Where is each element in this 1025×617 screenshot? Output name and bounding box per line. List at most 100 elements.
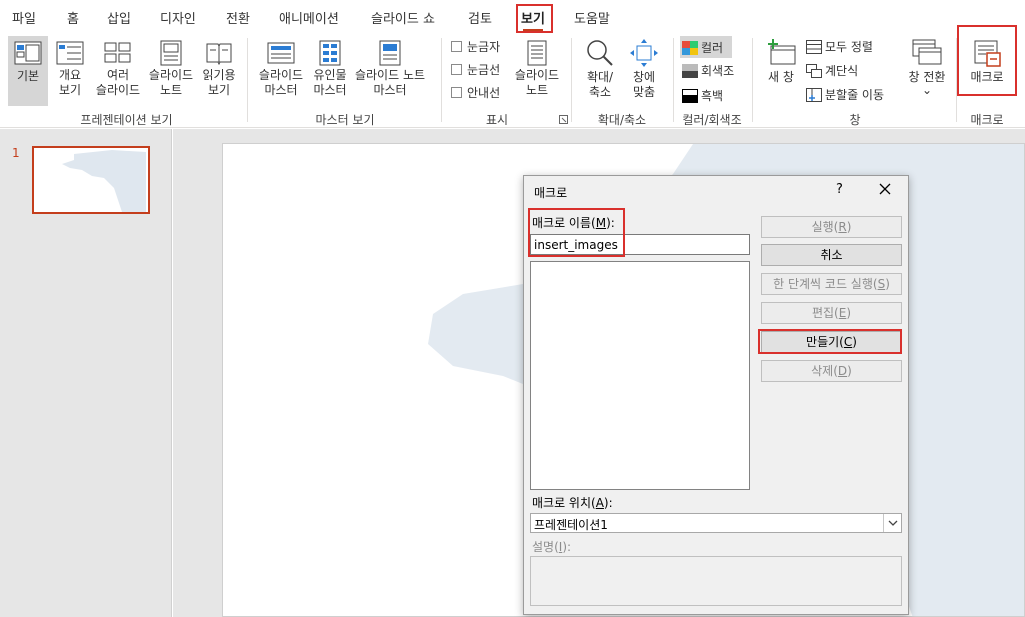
btn-accesskey: D xyxy=(837,364,848,378)
tab-design[interactable]: 디자인 xyxy=(160,8,196,27)
slide-sorter-label-2: 슬라이드 xyxy=(95,83,141,97)
close-icon[interactable] xyxy=(876,180,894,198)
zoom-label-1: 확대/ xyxy=(586,70,614,84)
tab-slideshow[interactable]: 슬라이드 쇼 xyxy=(371,8,435,27)
new-window-icon xyxy=(768,39,796,65)
slide-master-icon xyxy=(267,42,295,64)
normal-view-button[interactable]: 기본 xyxy=(8,36,48,106)
fit-to-window-icon xyxy=(630,39,658,67)
run-button[interactable]: 실행(R) xyxy=(761,216,902,238)
tab-home[interactable]: 홈 xyxy=(67,8,79,27)
label-text: ): xyxy=(603,496,613,510)
ribbon-separator xyxy=(441,38,442,122)
notes-master-button[interactable]: 슬라이드 노트 마스터 xyxy=(350,40,430,98)
tab-transitions[interactable]: 전환 xyxy=(226,8,250,27)
btn-text: ) xyxy=(846,220,852,234)
notes-toggle-label-2: 노트 xyxy=(525,83,549,97)
ruler-label: 눈금자 xyxy=(467,40,501,54)
ruler-checkbox[interactable]: 눈금자 xyxy=(451,38,500,55)
normal-view-icon xyxy=(14,41,42,65)
arrange-all-button[interactable]: 모두 정렬 xyxy=(806,38,873,55)
macro-location-value: 프레젠테이션1 xyxy=(534,518,608,532)
notes-toggle-button[interactable]: 슬라이드 노트 xyxy=(511,40,563,98)
zoom-label-2: 축소 xyxy=(588,85,612,99)
notes-toggle-label-1: 슬라이드 xyxy=(514,68,560,82)
checkbox-box xyxy=(451,41,462,52)
color-button[interactable]: 컬러 xyxy=(680,36,732,58)
fit-to-window-label-2: 맞춤 xyxy=(632,85,656,99)
switch-windows-chevron: ⌄ xyxy=(921,83,933,97)
btn-text: ) xyxy=(847,364,852,378)
outline-view-label-2: 보기 xyxy=(58,83,82,97)
label-accesskey: A xyxy=(595,496,604,510)
presentation-views-group-label: 프레젠테이션 보기 xyxy=(80,113,173,127)
grayscale-button[interactable]: 회색조 xyxy=(682,62,734,79)
ribbon-separator xyxy=(752,38,753,122)
switch-windows-icon xyxy=(912,39,942,65)
reading-view-button[interactable]: 읽기용 보기 xyxy=(199,40,239,98)
notes-page-button[interactable]: 슬라이드 노트 xyxy=(145,40,197,98)
zoom-button[interactable]: 확대/ 축소 xyxy=(580,38,620,100)
dialog-launcher-icon[interactable] xyxy=(559,115,568,124)
outline-view-button[interactable]: 개요 보기 xyxy=(52,40,88,98)
grayscale-swatch-icon xyxy=(682,64,698,78)
cascade-button[interactable]: 계단식 xyxy=(806,62,858,79)
black-white-button[interactable]: 흑백 xyxy=(682,87,723,104)
handout-master-label-1: 유인물 xyxy=(313,68,347,82)
cancel-button[interactable]: 취소 xyxy=(761,244,902,266)
dialog-title: 매크로 xyxy=(534,186,568,200)
dialog-help-button[interactable]: ? xyxy=(836,182,843,197)
switch-windows-button[interactable]: 창 전환 ⌄ xyxy=(903,38,951,97)
tab-animations[interactable]: 애니메이션 xyxy=(279,8,339,27)
description-field xyxy=(530,556,902,606)
gridlines-checkbox[interactable]: 눈금선 xyxy=(451,61,500,78)
new-window-button[interactable]: 새 창 xyxy=(760,38,802,85)
color-label: 컬러 xyxy=(701,41,724,55)
tab-insert[interactable]: 삽입 xyxy=(107,8,131,27)
fit-to-window-button[interactable]: 창에 맞춤 xyxy=(624,38,664,100)
color-group-label: 컬러/회색조 xyxy=(682,113,742,127)
tab-review[interactable]: 검토 xyxy=(468,8,492,27)
tab-help[interactable]: 도움말 xyxy=(574,8,610,27)
macro-location-label: 매크로 위치(A): xyxy=(532,494,613,511)
btn-accesskey: R xyxy=(838,220,847,234)
slide-sorter-icon xyxy=(104,42,131,63)
macro-list[interactable] xyxy=(530,261,750,490)
move-split-icon xyxy=(806,88,822,102)
ribbon-separator xyxy=(571,38,572,122)
delete-button[interactable]: 삭제(D) xyxy=(761,360,902,382)
ribbon-separator xyxy=(247,38,248,122)
guides-checkbox[interactable]: 안내선 xyxy=(451,84,500,101)
handout-master-button[interactable]: 유인물 마스터 xyxy=(309,40,351,98)
guides-label: 안내선 xyxy=(467,86,501,100)
tab-file[interactable]: 파일 xyxy=(12,8,36,27)
slide-sorter-button[interactable]: 여러 슬라이드 xyxy=(93,40,143,98)
grayscale-label: 회색조 xyxy=(701,64,735,78)
step-into-button[interactable]: 한 단계씩 코드 실행(S) xyxy=(761,273,902,295)
btn-text: ) xyxy=(885,277,890,291)
arrange-all-label: 모두 정렬 xyxy=(825,40,873,54)
move-split-button[interactable]: 분할줄 이동 xyxy=(806,86,884,103)
handout-master-label-2: 마스터 xyxy=(313,83,347,97)
label-text: ): xyxy=(562,540,572,554)
handout-master-icon xyxy=(319,40,341,66)
btn-text: 실행( xyxy=(811,220,839,234)
zoom-group-label: 확대/축소 xyxy=(597,113,647,127)
dropdown-button[interactable] xyxy=(883,514,901,532)
window-group-label: 창 xyxy=(849,113,861,127)
checkbox-box xyxy=(451,64,462,75)
master-views-group-label: 마스터 보기 xyxy=(315,113,375,127)
btn-text: 삭제( xyxy=(811,364,838,378)
label-text: 설명( xyxy=(532,540,559,554)
view-tab-highlight xyxy=(516,4,553,33)
new-window-label: 새 창 xyxy=(768,70,794,84)
slide-master-button[interactable]: 슬라이드 마스터 xyxy=(253,40,309,98)
btn-text: 편집( xyxy=(811,306,839,320)
macro-location-select[interactable]: 프레젠테이션1 xyxy=(530,513,902,533)
black-white-label: 흑백 xyxy=(701,89,724,103)
edit-button[interactable]: 편집(E) xyxy=(761,302,902,324)
slide-thumbnail[interactable] xyxy=(32,146,150,214)
cascade-icon xyxy=(806,64,822,78)
chevron-down-icon xyxy=(888,520,898,526)
slide-sorter-label-1: 여러 xyxy=(106,68,130,82)
